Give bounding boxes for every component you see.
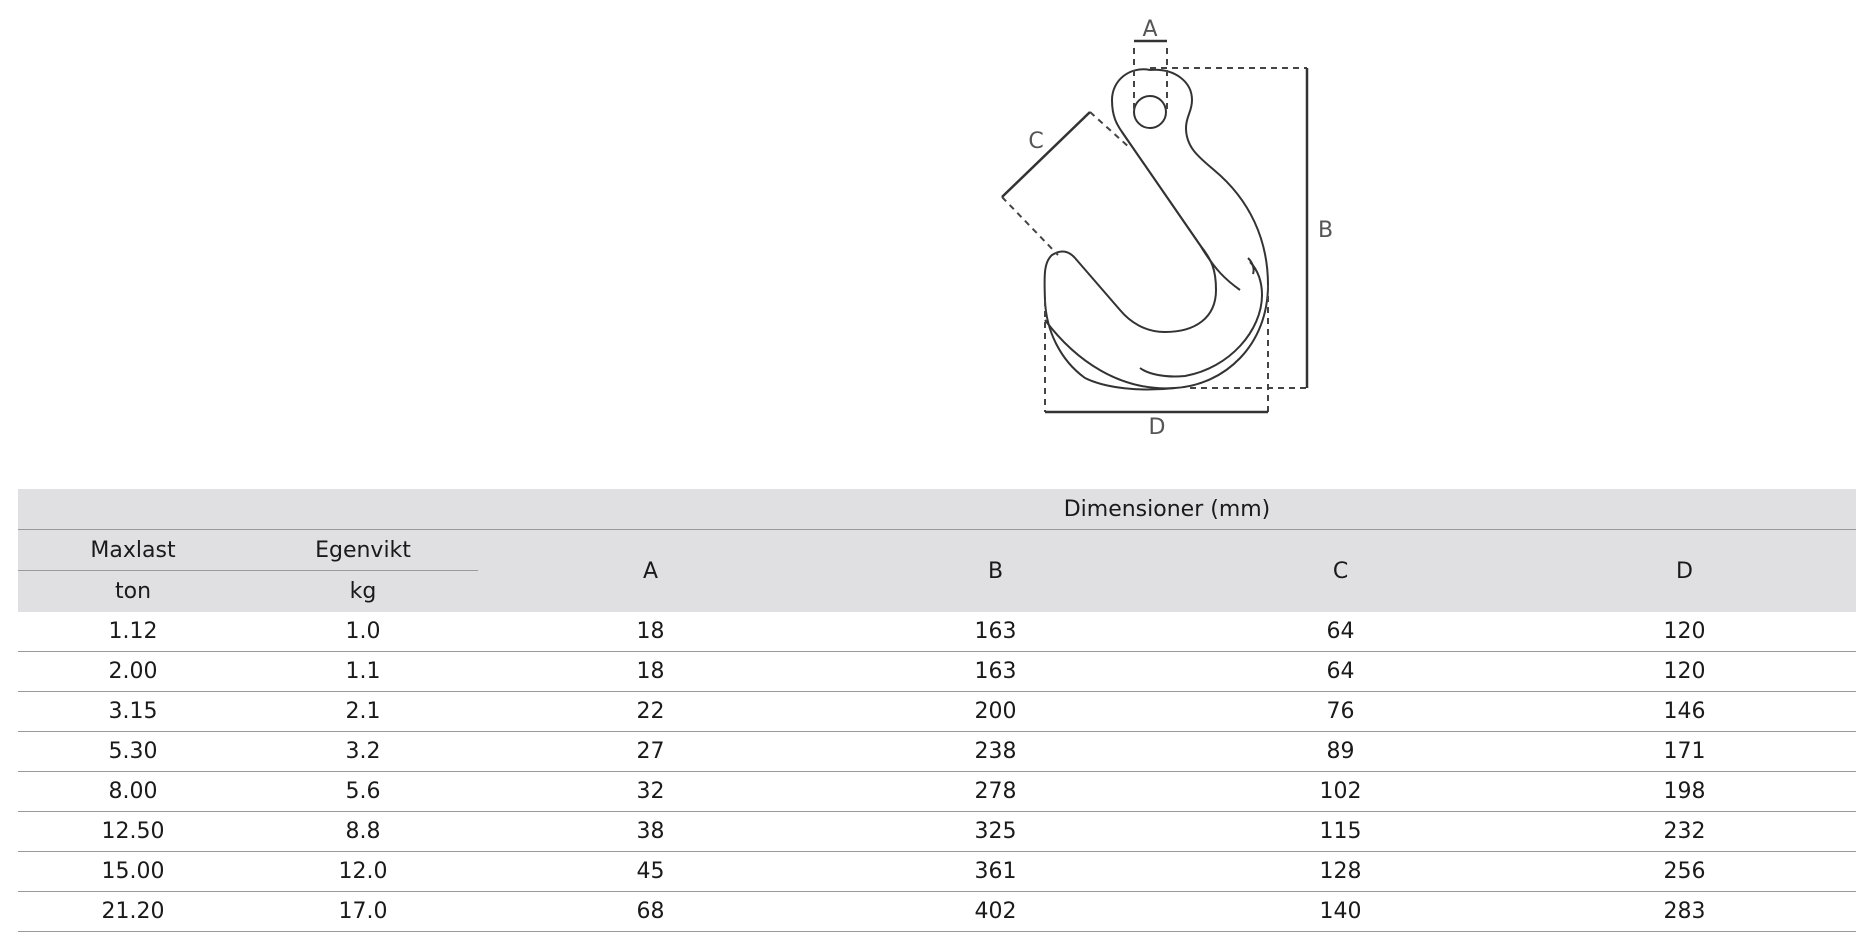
maxlast-cell: 15.00 xyxy=(18,851,248,892)
hook-groove xyxy=(1139,261,1264,378)
egenvikt-cell: 17.0 xyxy=(248,891,478,932)
maxlast-header: Maxlast xyxy=(18,529,248,571)
a-cell: 22 xyxy=(478,691,823,732)
col-d-header: D xyxy=(1513,529,1856,612)
egenvikt-cell: 8.8 xyxy=(248,811,478,852)
b-cell: 163 xyxy=(823,651,1168,692)
maxlast-cell: 21.20 xyxy=(18,891,248,932)
hook-dimension-diagram: A B C D xyxy=(1001,17,1333,440)
a-cell: 32 xyxy=(478,771,823,812)
table-row: 12.50 8.8 38 325 115 232 xyxy=(18,811,1856,852)
table-row: 3.15 2.1 22 200 76 146 xyxy=(18,691,1856,732)
dimension-b-label: B xyxy=(1318,218,1333,243)
c-cell: 115 xyxy=(1168,811,1513,852)
maxlast-cell: 3.15 xyxy=(18,691,248,732)
egenvikt-cell: 2.1 xyxy=(248,691,478,732)
b-cell: 200 xyxy=(823,691,1168,732)
d-cell: 120 xyxy=(1513,612,1856,652)
table-row: 8.00 5.6 32 278 102 198 xyxy=(18,771,1856,812)
table-row: 2.00 1.1 18 163 64 120 xyxy=(18,651,1856,692)
table-row: 15.00 12.0 45 361 128 256 xyxy=(18,851,1856,892)
b-cell: 238 xyxy=(823,731,1168,772)
dimension-d-label: D xyxy=(1149,415,1166,440)
table-row: 5.30 3.2 27 238 89 171 xyxy=(18,731,1856,772)
maxlast-cell: 1.12 xyxy=(18,612,248,652)
c-cell: 102 xyxy=(1168,771,1513,812)
hook-eye-hole xyxy=(1133,95,1167,129)
c-cell: 64 xyxy=(1168,651,1513,692)
hook-inner-outline xyxy=(1043,131,1218,391)
b-cell: 361 xyxy=(823,851,1168,892)
c-cell: 64 xyxy=(1168,612,1513,652)
table-row: 1.12 1.0 18 163 64 120 xyxy=(18,612,1856,652)
egenvikt-cell: 1.0 xyxy=(248,612,478,652)
hook-eye-outline xyxy=(1110,68,1241,291)
col-b-header: B xyxy=(823,529,1168,612)
b-cell: 278 xyxy=(823,771,1168,812)
egenvikt-header: Egenvikt xyxy=(248,529,478,571)
a-cell: 18 xyxy=(478,612,823,652)
b-cell: 325 xyxy=(823,811,1168,852)
hook-back-outline xyxy=(1044,68,1270,390)
dimension-a-label: A xyxy=(1142,17,1157,42)
d-cell: 283 xyxy=(1513,891,1856,932)
egenvikt-cell: 5.6 xyxy=(248,771,478,812)
col-c-header: C xyxy=(1168,529,1513,612)
d-cell: 232 xyxy=(1513,811,1856,852)
egenvikt-cell: 3.2 xyxy=(248,731,478,772)
maxlast-cell: 12.50 xyxy=(18,811,248,852)
maxlast-cell: 2.00 xyxy=(18,651,248,692)
a-cell: 68 xyxy=(478,891,823,932)
egenvikt-cell: 12.0 xyxy=(248,851,478,892)
maxlast-cell: 8.00 xyxy=(18,771,248,812)
dimension-c-line xyxy=(1001,111,1091,198)
c-cell: 128 xyxy=(1168,851,1513,892)
d-cell: 256 xyxy=(1513,851,1856,892)
c-cell: 89 xyxy=(1168,731,1513,772)
d-cell: 171 xyxy=(1513,731,1856,772)
b-cell: 163 xyxy=(823,612,1168,652)
c-cell: 76 xyxy=(1168,691,1513,732)
a-cell: 27 xyxy=(478,731,823,772)
hook-tip xyxy=(1247,257,1255,275)
dimension-c-label: C xyxy=(1028,129,1043,154)
a-cell: 45 xyxy=(478,851,823,892)
table-row: 21.20 17.0 68 402 140 283 xyxy=(18,891,1856,932)
b-cell: 402 xyxy=(823,891,1168,932)
maxlast-cell: 5.30 xyxy=(18,731,248,772)
hook-specification-table: Dimensioner (mm) Maxlast Egenvikt A B C … xyxy=(18,489,1856,932)
maxlast-unit: ton xyxy=(18,570,248,612)
d-cell: 120 xyxy=(1513,651,1856,692)
a-cell: 18 xyxy=(478,651,823,692)
a-cell: 38 xyxy=(478,811,823,852)
col-a-header: A xyxy=(478,529,823,612)
egenvikt-unit: kg xyxy=(248,570,478,612)
egenvikt-cell: 1.1 xyxy=(248,651,478,692)
d-cell: 146 xyxy=(1513,691,1856,732)
c-cell: 140 xyxy=(1168,891,1513,932)
dimensions-group-header: Dimensioner (mm) xyxy=(478,489,1856,530)
d-cell: 198 xyxy=(1513,771,1856,812)
